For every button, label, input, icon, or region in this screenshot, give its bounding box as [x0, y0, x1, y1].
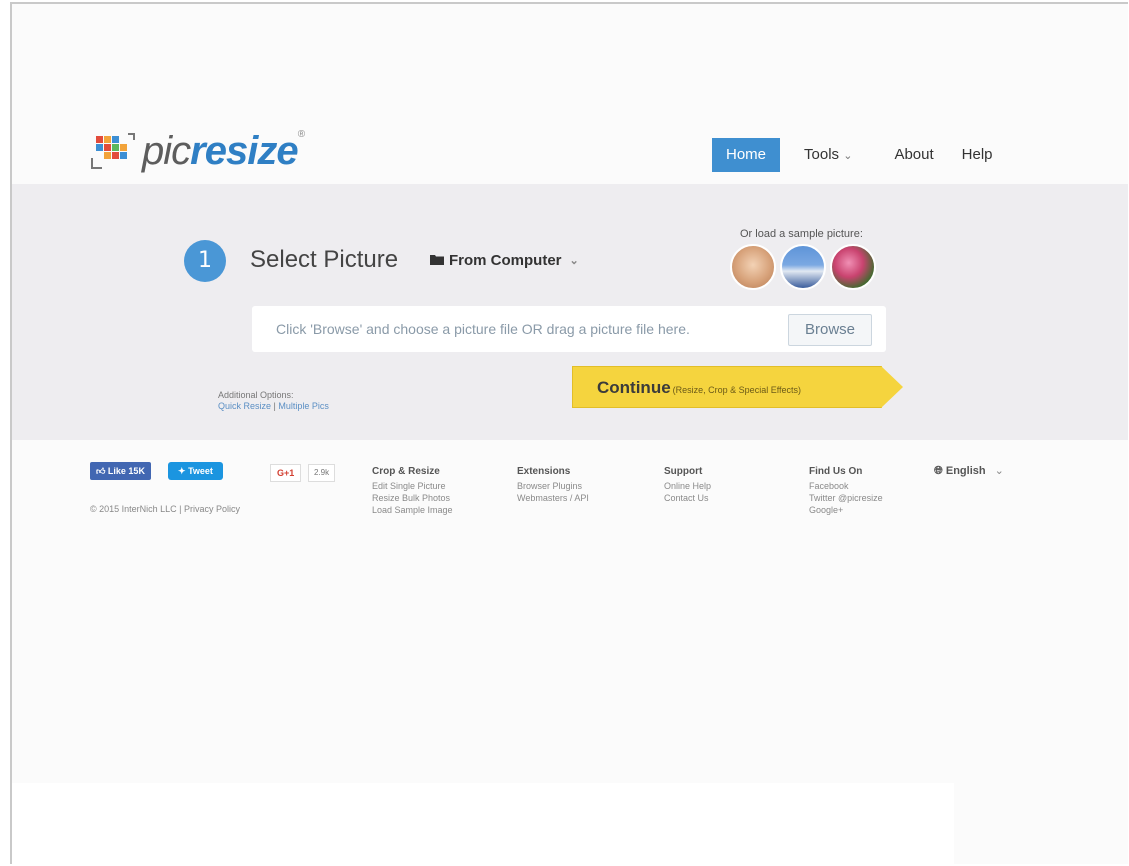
- continue-button-text: Continue (Resize, Crop & Special Effects): [597, 378, 801, 398]
- footer-col-support: Support Online Help Contact Us: [664, 466, 711, 504]
- browse-button[interactable]: Browse: [788, 314, 872, 346]
- logo-text-plain: pic: [142, 129, 191, 173]
- footer-link[interactable]: Resize Bulk Photos: [372, 492, 453, 504]
- footer-col-find-us: Find Us On Facebook Twitter @picresize G…: [809, 466, 883, 516]
- google-plus-button[interactable]: G+1: [270, 464, 302, 482]
- footer-col-heading: Crop & Resize: [372, 466, 440, 477]
- additional-options: Additional Options: Quick Resize | Multi…: [218, 390, 329, 412]
- picresize-logo[interactable]: picresize®: [90, 129, 305, 174]
- folder-icon: [430, 253, 444, 268]
- facebook-like-label: Like 15K: [107, 466, 145, 476]
- additional-options-label: Additional Options:: [218, 390, 294, 400]
- footer-link[interactable]: Edit Single Picture: [372, 480, 453, 492]
- google-plus-count: 2.9k: [308, 464, 336, 482]
- continue-arrow-tip[interactable]: [881, 366, 903, 408]
- step-number-badge: 1: [184, 240, 226, 282]
- twitter-bird-icon: ✦: [178, 466, 186, 476]
- tweet-label: Tweet: [188, 466, 213, 476]
- select-picture-title: Select Picture: [250, 246, 399, 273]
- sample-picture-label: Or load a sample picture:: [740, 228, 863, 240]
- chevron-down-icon: ⌄: [569, 255, 579, 267]
- logo-mosaic-icon: [90, 132, 136, 172]
- browser-viewport: picresize® Home Tools ⌄ About Help 1 Sel…: [10, 2, 1128, 864]
- footer-link[interactable]: Google+: [809, 504, 883, 516]
- quick-resize-link[interactable]: Quick Resize: [218, 401, 271, 411]
- multiple-pics-link[interactable]: Multiple Pics: [278, 401, 329, 411]
- nav-help[interactable]: Help: [948, 138, 1007, 172]
- continue-sublabel: (Resize, Crop & Special Effects): [672, 385, 802, 395]
- nav-home[interactable]: Home: [712, 138, 781, 172]
- footer-col-heading: Support: [664, 466, 703, 477]
- chevron-down-icon: ⌄: [994, 465, 1004, 477]
- footer-col-extensions: Extensions Browser Plugins Webmasters / …: [517, 466, 589, 504]
- source-dropdown[interactable]: From Computer ⌄: [430, 252, 579, 269]
- footer-link[interactable]: Contact Us: [664, 492, 711, 504]
- footer-col-heading: Extensions: [517, 466, 571, 477]
- link-separator: |: [273, 401, 276, 411]
- page-bottom-area: [12, 783, 954, 864]
- nav-tools-label: Tools: [804, 146, 840, 163]
- nav-about[interactable]: About: [880, 138, 947, 172]
- globe-icon: 🌐︎: [934, 465, 943, 477]
- language-label: English: [945, 465, 986, 477]
- sample-pictures: [730, 244, 880, 290]
- footer-col-crop-resize: Crop & Resize Edit Single Picture Resize…: [372, 466, 453, 516]
- footer-col-heading: Find Us On: [809, 466, 863, 477]
- facebook-like-button[interactable]: 👍︎ Like 15K: [90, 462, 151, 480]
- language-selector[interactable]: 🌐︎ English ⌄: [934, 464, 1004, 478]
- sample-city-image[interactable]: [780, 244, 826, 290]
- footer-link[interactable]: Browser Plugins: [517, 480, 589, 492]
- continue-label: Continue: [597, 378, 671, 397]
- footer-link[interactable]: Load Sample Image: [372, 504, 453, 516]
- nav-tools[interactable]: Tools ⌄: [790, 138, 866, 172]
- logo-registered-mark: ®: [297, 129, 305, 140]
- drop-zone-instructions: Click 'Browse' and choose a picture file…: [276, 321, 690, 337]
- chevron-down-icon: ⌄: [843, 150, 853, 162]
- footer-link[interactable]: Webmasters / API: [517, 492, 589, 504]
- sample-flower-image[interactable]: [830, 244, 876, 290]
- file-drop-zone[interactable]: Click 'Browse' and choose a picture file…: [252, 306, 886, 352]
- thumbs-up-icon: 👍︎: [96, 466, 106, 476]
- tweet-button[interactable]: ✦ Tweet: [168, 462, 223, 480]
- sample-puppy-image[interactable]: [730, 244, 776, 290]
- logo-text: picresize®: [142, 129, 305, 174]
- footer-link[interactable]: Facebook: [809, 480, 883, 492]
- source-dropdown-label: From Computer: [449, 252, 562, 269]
- continue-button[interactable]: Continue (Resize, Crop & Special Effects): [572, 366, 882, 408]
- footer-link[interactable]: Online Help: [664, 480, 711, 492]
- main-nav: Home Tools ⌄ About Help: [712, 138, 1007, 172]
- logo-text-accent: resize: [190, 129, 298, 173]
- footer-link[interactable]: Twitter @picresize: [809, 492, 883, 504]
- upload-section: 1 Select Picture From Computer ⌄ Or load…: [12, 184, 1128, 440]
- copyright-text[interactable]: © 2015 InterNich LLC | Privacy Policy: [90, 504, 240, 514]
